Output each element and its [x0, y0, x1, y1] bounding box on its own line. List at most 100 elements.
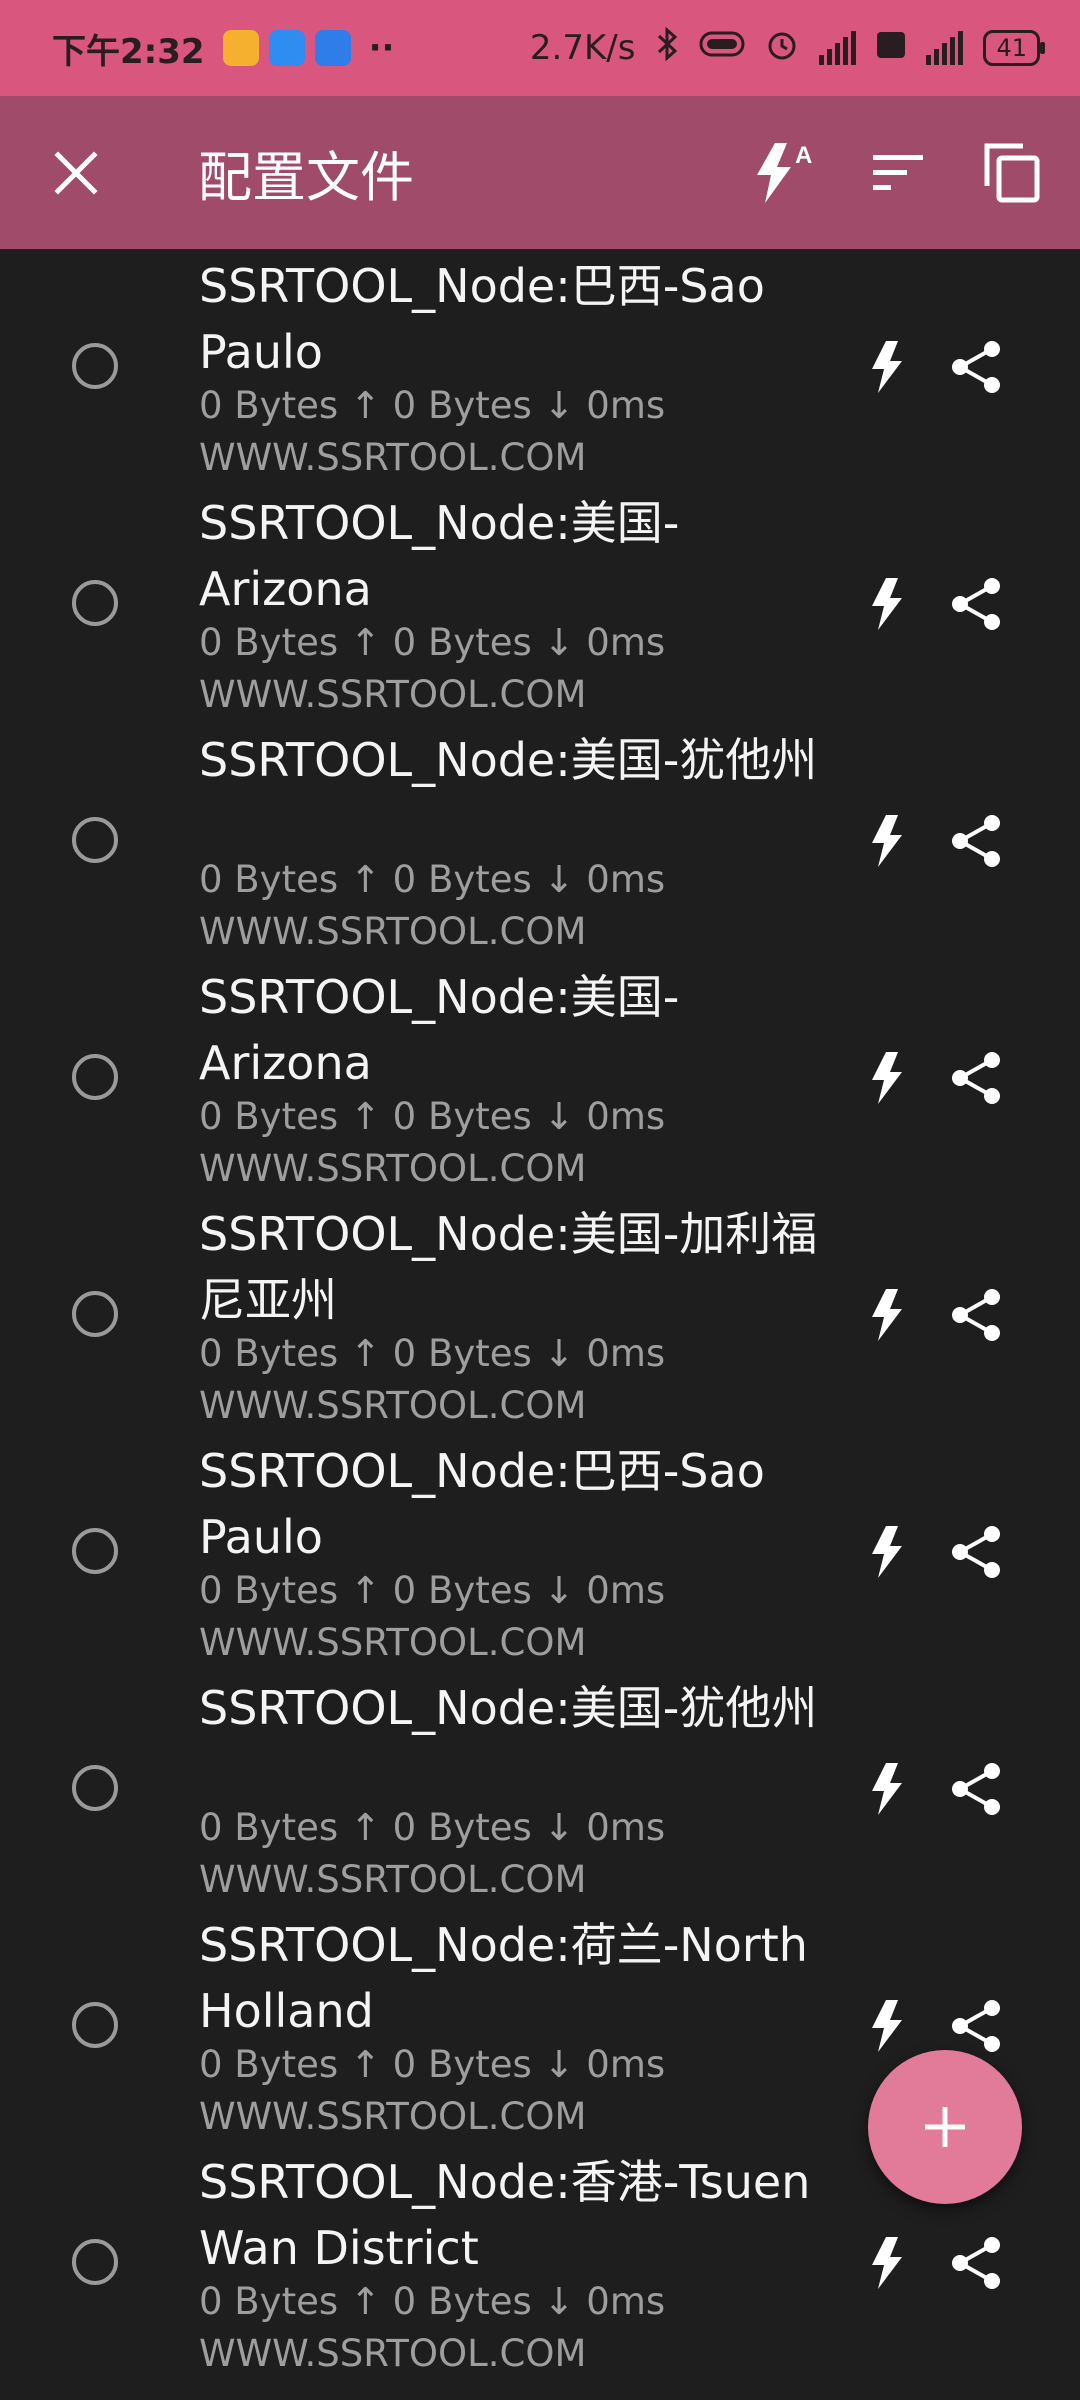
profile-stats: 0 Bytes ↑ 0 Bytes ↓ 0ms — [199, 2043, 666, 2086]
more-notifications-icon: ·· — [368, 28, 395, 68]
n-app-notification-icon — [314, 30, 351, 66]
profile-name: SSRTOOL_Node:美国-Arizona — [199, 496, 680, 616]
status-time: 下午2:32 — [52, 31, 205, 72]
profile-name: SSRTOOL_Node:巴西-Sao Paulo — [199, 259, 765, 379]
share-icon — [952, 815, 1000, 867]
profile-stats: 0 Bytes ↑ 0 Bytes ↓ 0ms — [199, 1806, 666, 1849]
page-title: 配置文件 — [198, 146, 414, 209]
hd-icon — [876, 28, 906, 68]
add-icon — [925, 2107, 965, 2147]
profile-radio[interactable] — [72, 1765, 118, 1811]
profile-radio[interactable] — [72, 2002, 118, 2048]
share-icon — [952, 1052, 1000, 1104]
flash-icon — [872, 1763, 902, 1815]
share-profile-button[interactable] — [946, 1759, 1006, 1819]
profile-row[interactable]: SSRTOOL_Node:美国-加利福尼亚州 0 Bytes ↑ 0 Bytes … — [0, 1197, 1080, 1434]
share-profile-button[interactable] — [946, 337, 1006, 397]
profile-host: WWW.SSRTOOL.COM — [199, 2332, 587, 2375]
profile-name: SSRTOOL_Node:香港-Tsuen Wan District — [199, 2155, 811, 2275]
profile-name: SSRTOOL_Node:美国-犹他州 — [199, 1681, 818, 1735]
signal-4g-icon — [819, 31, 857, 65]
profile-stats: 0 Bytes ↑ 0 Bytes ↓ 0ms — [199, 1332, 666, 1375]
profile-host: WWW.SSRTOOL.COM — [199, 1621, 587, 1664]
profile-host: WWW.SSRTOOL.COM — [199, 2095, 587, 2138]
test-profile-button[interactable] — [862, 1994, 912, 2058]
profile-radio[interactable] — [72, 1054, 118, 1100]
close-button[interactable] — [36, 133, 116, 213]
profile-name: SSRTOOL_Node:美国-加利福尼亚州 — [199, 1207, 818, 1327]
test-profile-button[interactable] — [862, 1046, 912, 1110]
share-icon — [952, 1289, 1000, 1341]
profile-host: WWW.SSRTOOL.COM — [199, 1384, 587, 1427]
flash-icon — [872, 2000, 902, 2052]
test-profile-button[interactable] — [862, 2231, 912, 2295]
test-profile-button[interactable] — [862, 335, 912, 399]
profile-radio[interactable] — [72, 817, 118, 863]
sort-button[interactable] — [858, 133, 938, 213]
share-icon — [952, 1526, 1000, 1578]
test-all-icon: A — [757, 142, 812, 203]
share-profile-button[interactable] — [946, 2233, 1006, 2293]
test-profile-button[interactable] — [862, 1283, 912, 1347]
profile-host: WWW.SSRTOOL.COM — [199, 1147, 587, 1190]
profile-name: SSRTOOL_Node:美国-犹他州 — [199, 733, 818, 787]
flash-icon — [872, 578, 902, 630]
battery-icon: 41 — [983, 30, 1045, 66]
profile-name: SSRTOOL_Node:巴西-Sao Paulo — [199, 1444, 765, 1564]
profile-row[interactable]: SSRTOOL_Node:巴西-Sao Paulo 0 Bytes ↑ 0 Byt… — [0, 249, 1080, 486]
network-speed: 2.7K/s — [529, 28, 636, 68]
copy-button[interactable] — [972, 133, 1052, 213]
test-profile-button[interactable] — [862, 809, 912, 873]
profile-host: WWW.SSRTOOL.COM — [199, 436, 587, 479]
profile-stats: 0 Bytes ↑ 0 Bytes ↓ 0ms — [199, 1095, 666, 1138]
share-icon — [952, 2000, 1000, 2052]
add-profile-button[interactable] — [868, 2050, 1022, 2204]
app-notification-icon — [222, 30, 259, 66]
profile-host: WWW.SSRTOOL.COM — [199, 910, 587, 953]
profile-stats: 0 Bytes ↑ 0 Bytes ↓ 0ms — [199, 621, 666, 664]
share-profile-button[interactable] — [946, 1522, 1006, 1582]
notification-icons — [222, 30, 351, 66]
share-profile-button[interactable] — [946, 574, 1006, 634]
share-icon — [952, 341, 1000, 393]
profile-row[interactable]: SSRTOOL_Node:美国-犹他州 0 Bytes ↑ 0 Bytes ↓ 0… — [0, 723, 1080, 960]
profile-stats: 0 Bytes ↑ 0 Bytes ↓ 0ms — [199, 2280, 666, 2323]
test-profile-button[interactable] — [862, 1757, 912, 1821]
alarm-icon — [765, 27, 799, 70]
sort-icon — [873, 154, 923, 190]
flash-icon — [872, 2237, 902, 2289]
profile-name: SSRTOOL_Node:美国-Arizona — [199, 970, 680, 1090]
close-icon — [54, 150, 98, 195]
share-profile-button[interactable] — [946, 811, 1006, 871]
flash-icon — [872, 1052, 902, 1104]
test-profile-button[interactable] — [862, 572, 912, 636]
share-profile-button[interactable] — [946, 1996, 1006, 2056]
profile-radio[interactable] — [72, 580, 118, 626]
profile-stats: 0 Bytes ↑ 0 Bytes ↓ 0ms — [199, 1569, 666, 1612]
profile-name: SSRTOOL_Node:荷兰-North Holland — [199, 1918, 808, 2038]
copy-icon — [984, 143, 1040, 202]
profile-row[interactable]: SSRTOOL_Node:美国-犹他州 0 Bytes ↑ 0 Bytes ↓ 0… — [0, 1671, 1080, 1908]
flash-icon — [872, 1526, 902, 1578]
flash-icon — [872, 815, 902, 867]
profile-row[interactable]: SSRTOOL_Node:美国-Arizona 0 Bytes ↑ 0 Bytes… — [0, 486, 1080, 723]
share-profile-button[interactable] — [946, 1285, 1006, 1345]
profile-row[interactable]: SSRTOOL_Node:美国-Arizona 0 Bytes ↑ 0 Bytes… — [0, 960, 1080, 1197]
signal-4g-icon-2 — [926, 31, 964, 65]
chat-notification-icon — [268, 30, 305, 66]
profile-radio[interactable] — [72, 1291, 118, 1337]
profile-radio[interactable] — [72, 343, 118, 389]
test-profile-button[interactable] — [862, 1520, 912, 1584]
share-icon — [952, 1763, 1000, 1815]
share-icon — [952, 578, 1000, 630]
profile-stats: 0 Bytes ↑ 0 Bytes ↓ 0ms — [199, 858, 666, 901]
test-all-button[interactable]: A — [744, 133, 824, 213]
profile-host: WWW.SSRTOOL.COM — [199, 1858, 587, 1901]
profile-stats: 0 Bytes ↑ 0 Bytes ↓ 0ms — [199, 384, 666, 427]
profile-radio[interactable] — [72, 1528, 118, 1574]
profile-row[interactable]: SSRTOOL_Node:巴西-Sao Paulo 0 Bytes ↑ 0 Byt… — [0, 1434, 1080, 1671]
share-profile-button[interactable] — [946, 1048, 1006, 1108]
bluetooth-icon — [655, 26, 679, 70]
flash-icon — [872, 341, 902, 393]
profile-radio[interactable] — [72, 2239, 118, 2285]
